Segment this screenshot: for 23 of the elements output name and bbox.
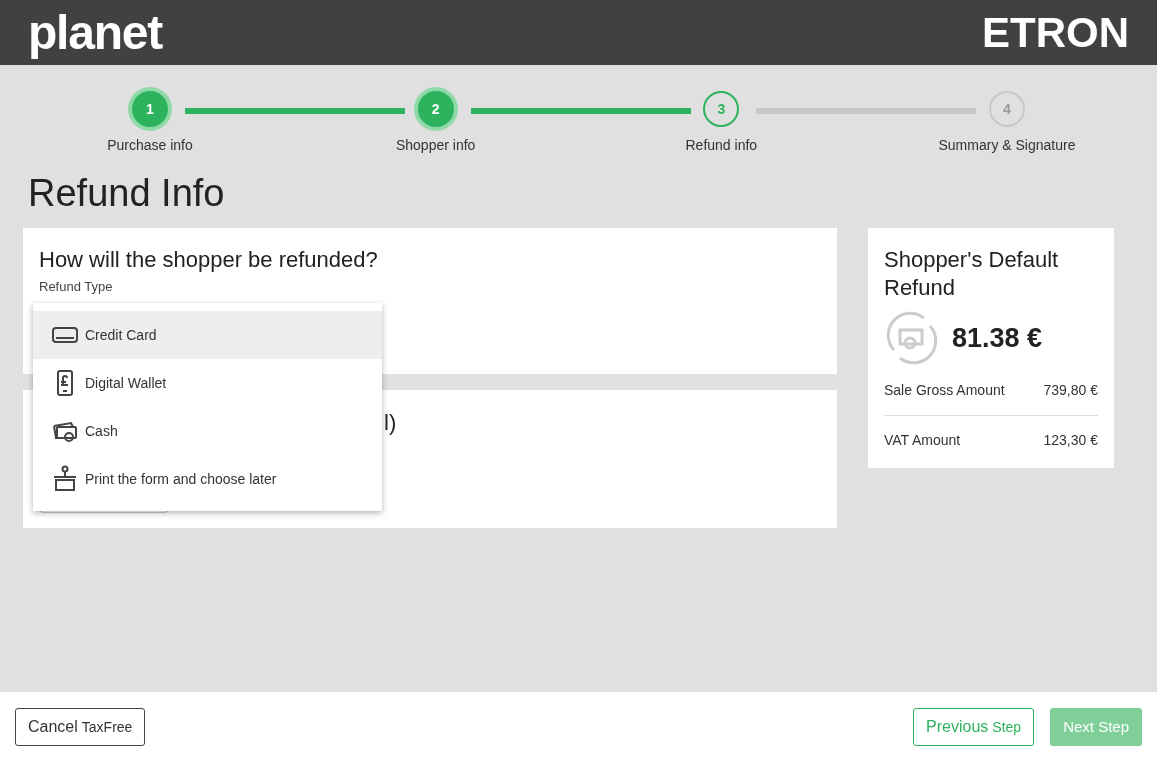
cancel-button[interactable]: Cancel TaxFree [15, 708, 146, 746]
menu-item[interactable]: Digital Wallet [33, 359, 382, 407]
card-title: How will the shopper be refunded? [39, 246, 379, 274]
amount-label: Sale Gross Amount [884, 381, 1005, 400]
page-title: Refund Info [28, 174, 226, 212]
counter-person-icon [51, 465, 79, 493]
card-title: Shopper's Default Refund [884, 246, 1060, 302]
menu-item[interactable]: Cash [33, 407, 382, 455]
menu-item[interactable]: Credit Card [33, 311, 382, 359]
amount-value: 123,30 € [1043, 431, 1098, 450]
logo: ETRON [982, 11, 1129, 54]
step-label: Shopper info [395, 136, 476, 155]
step-label: Purchase info [107, 136, 193, 155]
refund-amount: 81.38 € [952, 321, 1043, 355]
amount-label: VAT Amount [884, 431, 961, 450]
step-label: Refund info [685, 136, 758, 155]
step-label: Summary & Signature [938, 136, 1076, 155]
amount-value: 739,80 € [1043, 381, 1098, 400]
field-label: Refund Type [39, 278, 113, 294]
card-title: l) [384, 409, 397, 437]
logo: planet [28, 8, 163, 57]
menu-item[interactable]: Print the form and choose later [33, 455, 382, 503]
refund-cycle-icon [884, 310, 940, 366]
